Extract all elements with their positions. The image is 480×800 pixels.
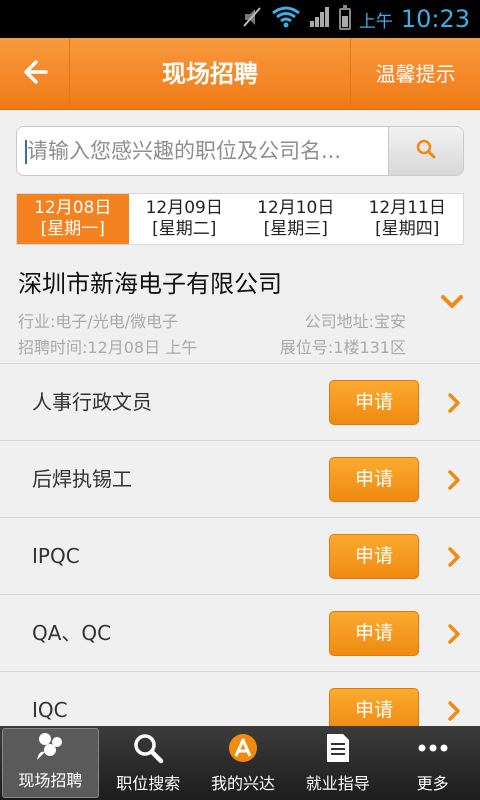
status-time: 10:23 bbox=[400, 5, 470, 33]
company-card[interactable]: 深圳市新海电子有限公司 行业:电子/光电/微电子 公司地址:宝安 招聘时间:12… bbox=[0, 256, 480, 364]
job-title: 后焊执锡工 bbox=[32, 467, 132, 491]
more-dots-icon bbox=[418, 730, 448, 766]
search-icon bbox=[415, 138, 437, 164]
date-tab-2[interactable]: 12月09日 [星期二] bbox=[129, 194, 241, 244]
chevron-right-icon[interactable] bbox=[446, 392, 462, 418]
mute-icon bbox=[241, 5, 263, 33]
status-bar: 上午 10:23 bbox=[0, 0, 480, 38]
document-icon bbox=[325, 730, 351, 766]
tab-more[interactable]: 更多 bbox=[385, 726, 480, 800]
chevron-right-icon[interactable] bbox=[446, 546, 462, 572]
apply-button[interactable]: 申请 bbox=[329, 457, 419, 502]
job-list[interactable]: 人事行政文员 申请 后焊执锡工 申请 IPQC 申请 QA、QC 申请 IQC … bbox=[0, 364, 480, 726]
job-row[interactable]: IPQC 申请 bbox=[0, 518, 480, 595]
date-tab-date: 12月10日 bbox=[257, 198, 335, 218]
tips-button[interactable]: 温馨提示 bbox=[350, 38, 480, 110]
text-cursor bbox=[25, 140, 27, 164]
date-tab-weekday: [星期二] bbox=[152, 219, 217, 239]
bottom-tab-bar: 现场招聘 职位搜索 我的兴达 就业指导 更多 bbox=[0, 726, 480, 800]
date-tab-3[interactable]: 12月10日 [星期三] bbox=[240, 194, 352, 244]
tab-label: 现场招聘 bbox=[18, 771, 83, 790]
tab-label: 就业指导 bbox=[305, 774, 370, 793]
apply-button[interactable]: 申请 bbox=[329, 380, 419, 425]
date-tab-weekday: [星期四] bbox=[375, 219, 440, 239]
page-title: 现场招聘 bbox=[162, 60, 258, 88]
back-arrow-icon bbox=[21, 58, 49, 90]
tab-job-search[interactable]: 职位搜索 bbox=[101, 726, 196, 800]
date-tab-weekday: [星期一] bbox=[40, 219, 105, 239]
apply-button[interactable]: 申请 bbox=[329, 688, 419, 726]
tab-onsite-recruit[interactable]: 现场招聘 bbox=[2, 728, 99, 798]
tab-label: 我的兴达 bbox=[210, 774, 275, 793]
job-title: 人事行政文员 bbox=[32, 390, 152, 414]
date-tab-1[interactable]: 12月08日 [星期一] bbox=[17, 194, 129, 244]
job-row[interactable]: 人事行政文员 申请 bbox=[0, 364, 480, 441]
company-name: 深圳市新海电子有限公司 bbox=[18, 270, 282, 298]
xingda-logo-icon bbox=[227, 730, 259, 766]
chevron-right-icon[interactable] bbox=[446, 623, 462, 649]
back-button[interactable] bbox=[0, 38, 70, 110]
chevron-down-icon[interactable] bbox=[440, 294, 464, 314]
date-tab-date: 12月08日 bbox=[34, 198, 112, 218]
status-ampm: 上午 bbox=[358, 11, 393, 32]
job-title: QA、QC bbox=[32, 621, 112, 645]
chevron-right-icon[interactable] bbox=[446, 700, 462, 726]
tab-label: 职位搜索 bbox=[116, 774, 181, 793]
date-tabs: 12月08日 [星期一] 12月09日 [星期二] 12月10日 [星期三] 1… bbox=[16, 193, 464, 245]
job-row[interactable]: IQC 申请 bbox=[0, 672, 480, 726]
wifi-icon bbox=[271, 5, 301, 33]
job-title: IPQC bbox=[32, 544, 80, 568]
chevron-right-icon[interactable] bbox=[446, 469, 462, 495]
booth-number: 展位号:1楼131区 bbox=[279, 338, 406, 357]
people-icon bbox=[33, 729, 67, 763]
recruit-time: 招聘时间:12月08日 上午 bbox=[18, 338, 198, 357]
tab-label: 更多 bbox=[416, 774, 449, 793]
app-header: 现场招聘 温馨提示 bbox=[0, 38, 480, 110]
date-tab-4[interactable]: 12月11日 [星期四] bbox=[352, 194, 464, 244]
tab-my-xingda[interactable]: 我的兴达 bbox=[196, 726, 291, 800]
search-input[interactable] bbox=[17, 127, 389, 175]
search-button[interactable] bbox=[388, 127, 463, 175]
tab-career-guide[interactable]: 就业指导 bbox=[290, 726, 385, 800]
job-row[interactable]: QA、QC 申请 bbox=[0, 595, 480, 672]
battery-icon bbox=[338, 5, 351, 30]
date-tab-weekday: [星期三] bbox=[263, 219, 328, 239]
search-box bbox=[16, 126, 464, 176]
apply-button[interactable]: 申请 bbox=[329, 611, 419, 656]
job-title: IQC bbox=[32, 698, 68, 722]
company-address: 公司地址:宝安 bbox=[304, 312, 406, 331]
job-row[interactable]: 后焊执锡工 申请 bbox=[0, 441, 480, 518]
date-tab-date: 12月09日 bbox=[145, 198, 223, 218]
signal-icon bbox=[309, 5, 331, 33]
company-industry: 行业:电子/光电/微电子 bbox=[18, 312, 179, 331]
date-tab-date: 12月11日 bbox=[368, 198, 446, 218]
apply-button[interactable]: 申请 bbox=[329, 534, 419, 579]
search-icon bbox=[132, 730, 164, 766]
